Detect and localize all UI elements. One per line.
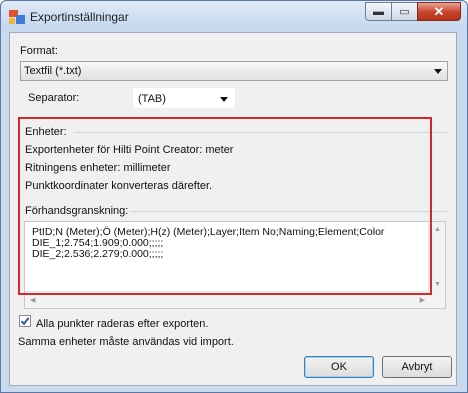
- chevron-down-icon: [220, 97, 228, 102]
- close-button[interactable]: ✕: [417, 2, 461, 21]
- cancel-button[interactable]: Avbryt: [382, 356, 452, 378]
- minimize-button[interactable]: ▬: [365, 2, 391, 21]
- window-title: Exportinställningar: [30, 10, 129, 24]
- scroll-down-icon[interactable]: ▼: [434, 281, 441, 288]
- format-dropdown-value: Textfil (*.txt): [24, 65, 82, 77]
- separator-label: Separator:: [28, 92, 80, 104]
- ok-button-label: OK: [331, 361, 347, 373]
- dialog-window: Exportinställningar ▬ ▭ ✕ Format: Textfi…: [0, 0, 468, 393]
- title-bar[interactable]: Exportinställningar ▬ ▭ ✕: [1, 1, 467, 31]
- ok-button[interactable]: OK: [304, 356, 374, 378]
- separator-dropdown[interactable]: (TAB): [133, 88, 235, 108]
- delete-points-label: Alla punkter raderas efter exporten.: [36, 318, 209, 330]
- maximize-icon: ▭: [399, 6, 410, 18]
- window-controls: ▬ ▭ ✕: [365, 2, 461, 22]
- close-icon: ✕: [433, 3, 445, 19]
- scroll-right-icon[interactable]: ▶: [420, 296, 425, 304]
- checkmark-icon: [20, 317, 30, 326]
- separator-dropdown-value: (TAB): [138, 93, 166, 105]
- delete-points-checkbox[interactable]: [19, 315, 31, 327]
- format-dropdown[interactable]: Textfil (*.txt): [20, 61, 448, 81]
- import-note: Samma enheter måste användas vid import.: [18, 336, 234, 348]
- scroll-up-icon[interactable]: ▲: [434, 226, 441, 233]
- app-icon: [9, 10, 25, 24]
- cancel-button-label: Avbryt: [401, 361, 433, 373]
- highlight-frame: [18, 117, 432, 295]
- scroll-left-icon[interactable]: ◀: [30, 296, 35, 304]
- format-label: Format:: [20, 45, 58, 57]
- chevron-down-icon: [434, 69, 442, 74]
- minimize-icon: ▬: [373, 5, 384, 18]
- maximize-button[interactable]: ▭: [391, 2, 417, 21]
